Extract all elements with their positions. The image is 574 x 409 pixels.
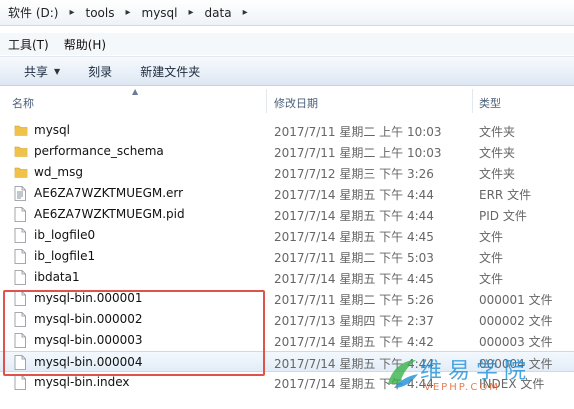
file-row[interactable]: wd_msg 2017/7/12 星期三 下午 3:26 文件夹 [0, 162, 574, 183]
chevron-right-icon[interactable]: ▸ [69, 7, 74, 18]
breadcrumb-tools[interactable]: tools [84, 3, 117, 23]
file-modified-date: 2017/7/11 星期二 下午 5:03 [274, 251, 434, 265]
chevron-right-icon[interactable]: ▸ [125, 7, 130, 18]
file-name: AE6ZA7WZKTMUEGM.pid [34, 207, 185, 221]
file-icon [14, 375, 28, 390]
watermark-icon [388, 360, 418, 388]
file-type: PID 文件 [479, 209, 527, 223]
text-file-icon [14, 186, 28, 201]
file-type: 文件夹 [479, 146, 516, 160]
file-modified-date: 2017/7/14 星期五 下午 4:44 [274, 188, 434, 202]
file-modified-date: 2017/7/12 星期三 下午 3:26 [274, 167, 434, 181]
file-icon [14, 249, 28, 264]
menu-bar: 工具(T) 帮助(H) [0, 33, 574, 55]
column-divider[interactable] [472, 89, 473, 113]
file-row[interactable]: ibdata1 2017/7/14 星期五 下午 4:45 文件 [0, 267, 574, 288]
file-icon [14, 228, 28, 243]
watermark-logo: 维易学院 VEPHP.COM [380, 350, 574, 409]
file-modified-date: 2017/7/14 星期五 下午 4:45 [274, 230, 434, 244]
menu-tools[interactable]: 工具(T) [8, 36, 49, 53]
watermark-text: 维易学院 [420, 359, 533, 384]
file-type: 000002 文件 [479, 314, 553, 328]
folder-icon [14, 165, 28, 180]
file-icon [14, 270, 28, 285]
file-type: ERR 文件 [479, 188, 532, 202]
breadcrumb-data[interactable]: data [203, 3, 234, 23]
file-name: ibdata1 [34, 270, 80, 284]
new-folder-button[interactable]: 新建文件夹 [140, 63, 200, 80]
file-type: 文件 [479, 272, 504, 286]
file-type: 文件 [479, 251, 504, 265]
chevron-right-icon[interactable]: ▸ [243, 7, 248, 18]
file-name: mysql-bin.index [34, 375, 130, 389]
column-modified[interactable]: 修改日期 [274, 95, 318, 111]
file-modified-date: 2017/7/14 星期五 下午 4:45 [274, 272, 434, 286]
file-icon [14, 207, 28, 222]
file-type: 文件 [479, 230, 504, 244]
column-type[interactable]: 类型 [479, 95, 501, 111]
column-divider[interactable] [266, 89, 267, 113]
file-row[interactable]: AE6ZA7WZKTMUEGM.pid 2017/7/14 星期五 下午 4:44… [0, 204, 574, 225]
file-row[interactable]: performance_schema 2017/7/11 星期二 上午 10:03… [0, 141, 574, 162]
share-button[interactable]: 共享 ▼ [24, 63, 60, 80]
chevron-right-icon[interactable]: ▸ [189, 7, 194, 18]
file-modified-date: 2017/7/11 星期二 上午 10:03 [274, 146, 442, 160]
column-headers: ▲ 名称 修改日期 类型 [0, 87, 574, 115]
file-row[interactable]: ib_logfile1 2017/7/11 星期二 下午 5:03 文件 [0, 246, 574, 267]
file-row[interactable]: ib_logfile0 2017/7/14 星期五 下午 4:45 文件 [0, 225, 574, 246]
file-name: ib_logfile1 [34, 249, 96, 263]
file-type: 000003 文件 [479, 335, 553, 349]
share-label: 共享 [24, 64, 49, 79]
folder-icon [14, 144, 28, 159]
file-type: 000001 文件 [479, 293, 553, 307]
file-modified-date: 2017/7/14 星期五 下午 4:44 [274, 209, 434, 223]
file-modified-date: 2017/7/11 星期二 下午 5:26 [274, 293, 434, 307]
sort-ascending-icon: ▲ [132, 87, 139, 96]
file-name: AE6ZA7WZKTMUEGM.err [34, 186, 184, 200]
file-modified-date: 2017/7/11 星期二 上午 10:03 [274, 125, 442, 139]
burn-button[interactable]: 刻录 [88, 63, 112, 80]
command-bar: 共享 ▼ 刻录 新建文件夹 [0, 56, 574, 86]
breadcrumb-drive[interactable]: 软件 (D:) [6, 3, 60, 23]
folder-icon [14, 123, 28, 138]
highlight-box [3, 290, 265, 376]
file-name: ib_logfile0 [34, 228, 96, 242]
file-type: 文件夹 [479, 167, 516, 181]
file-name: mysql [34, 123, 70, 137]
caret-down-icon: ▼ [54, 66, 61, 76]
file-name: wd_msg [34, 165, 83, 179]
file-row[interactable]: AE6ZA7WZKTMUEGM.err 2017/7/14 星期五 下午 4:44… [0, 183, 574, 204]
column-name[interactable]: 名称 [12, 95, 34, 111]
watermark-subtext: VEPHP.COM [424, 382, 500, 393]
file-modified-date: 2017/7/13 星期四 下午 2:37 [274, 314, 434, 328]
file-row[interactable]: mysql 2017/7/11 星期二 上午 10:03 文件夹 [0, 120, 574, 141]
menu-help[interactable]: 帮助(H) [64, 36, 106, 53]
address-bar[interactable]: 软件 (D:) ▸ tools ▸ mysql ▸ data ▸ [0, 0, 574, 26]
file-name: performance_schema [34, 144, 164, 158]
file-modified-date: 2017/7/14 星期五 下午 4:42 [274, 335, 434, 349]
breadcrumb-mysql[interactable]: mysql [140, 3, 180, 23]
file-type: 文件夹 [479, 125, 516, 139]
